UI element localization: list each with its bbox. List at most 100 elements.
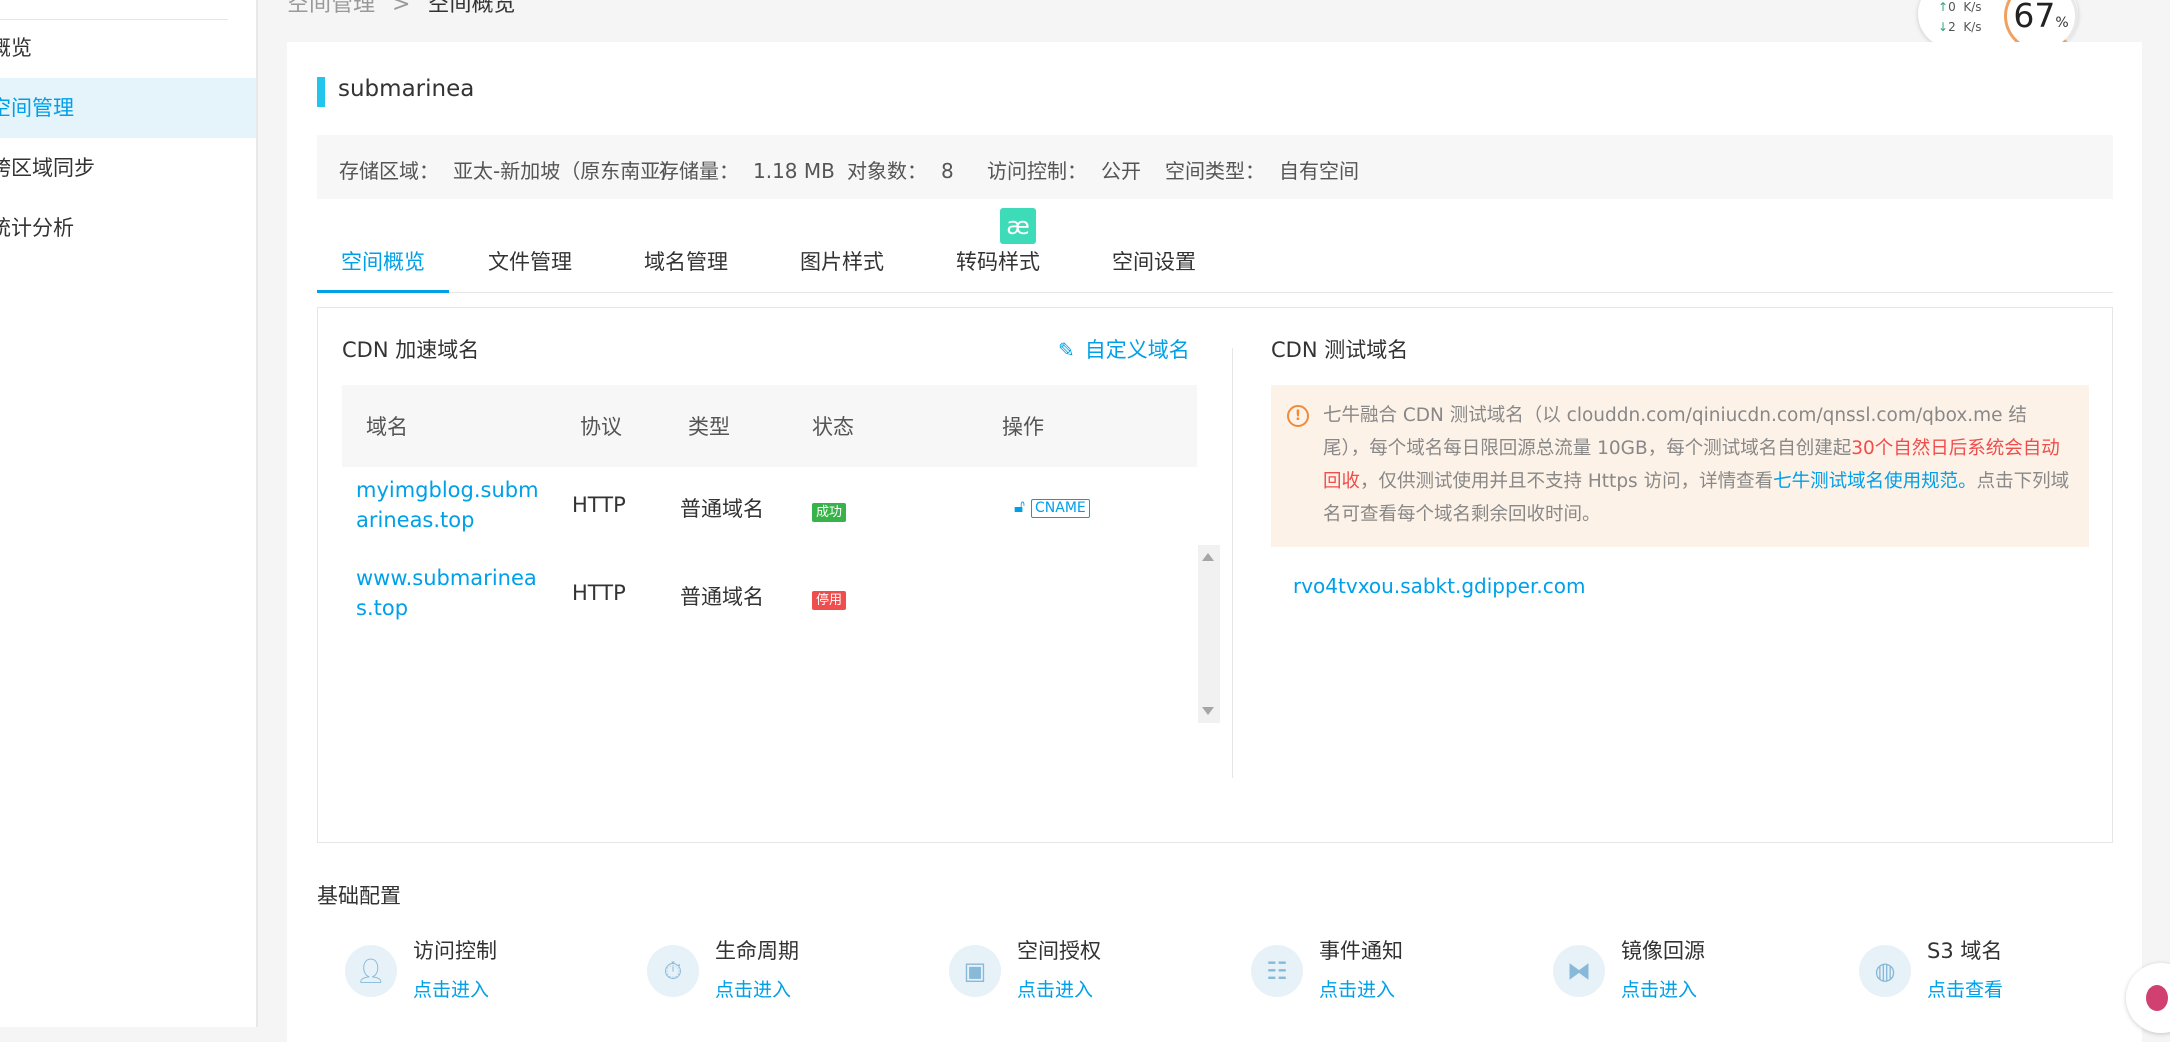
tab-image-style[interactable]: 图片样式 [797,232,887,292]
assistant-icon [2146,985,2168,1011]
table-header: 域名 协议 类型 状态 操作 [342,385,1197,467]
info-region-label: 存储区域： [339,159,439,183]
user-lock-icon: 👤︎ [345,945,397,997]
tab-file-management[interactable]: 文件管理 [485,232,575,292]
column-header-status: 状态 [812,415,854,439]
scroll-down-arrow-icon[interactable] [1202,707,1214,715]
config-access-control[interactable]: 👤︎ 访问控制 点击进入 [345,935,645,1015]
info-objects-value: 8 [941,159,954,183]
column-header-action: 操作 [1002,415,1044,439]
title-accent-bar [317,77,325,107]
config-mirror-origin[interactable]: ⧓ 镜像回源 点击进入 [1553,935,1853,1015]
clipboard-icon: ☷ [1251,945,1303,997]
config-lifecycle[interactable]: ⏱︎ 生命周期 点击进入 [647,935,947,1015]
row-type: 普通域名 [680,497,764,521]
row-action: 🔓︎ CNAME [1014,493,1090,518]
sidebar-item-cross-region-sync[interactable]: 跨区域同步 [0,138,256,198]
panel-divider [1232,348,1233,778]
domain-link[interactable]: www.submarineas.top [356,563,546,623]
column-header-protocol: 协议 [580,415,622,439]
bucket-name: submarinea [338,76,475,102]
domain-link[interactable]: myimgblog.submarineas.top [356,475,546,535]
config-name: 镜像回源 [1621,939,1705,963]
info-objects: 对象数： 8 [847,155,954,184]
warning-icon: ! [1287,405,1309,427]
table-scrollbar[interactable] [1198,545,1220,723]
config-s3-domain[interactable]: ◍ S3 域名 点击查看 [1859,935,2159,1015]
test-domain-title: CDN 测试域名 [1271,338,1409,362]
upload-unit: K/s [1963,0,1982,14]
info-storage: 存储量： 1.18 MB [659,155,835,184]
config-name: 访问控制 [413,939,497,963]
custom-domain-label: 自定义域名 [1084,338,1190,362]
breadcrumb-parent[interactable]: 空间管理 [287,0,375,17]
info-access: 访问控制： 公开 [987,155,1141,184]
box-lock-icon: ▣ [949,945,1001,997]
upload-speed: ↑0 K/s [1938,0,1982,14]
bucket-tabs: 空间概览 文件管理 域名管理 图片样式 转码样式 空间设置 [317,232,2113,293]
arrow-up-icon: ↑ [1938,0,1949,14]
domain-panel: CDN 加速域名 ✎ 自定义域名 域名 协议 类型 状态 操作 myimgblog… [317,307,2113,843]
info-region: 存储区域： 亚太-新加坡（原东南亚） [339,155,680,184]
sidebar-item-label: 空间管理 [0,96,74,120]
config-event-notification[interactable]: ☷ 事件通知 点击进入 [1251,935,1551,1015]
cdn-domain-title: CDN 加速域名 [342,338,480,362]
sidebar-item-bucket-management[interactable]: 空间管理 [0,78,256,138]
usage-percent-sign: % [2055,15,2069,31]
basic-config-title: 基础配置 [317,884,401,908]
config-bucket-authorization[interactable]: ▣ 空间授权 点击进入 [949,935,1249,1015]
column-header-type: 类型 [688,415,730,439]
sidebar-item-statistics[interactable]: 统计分析 [0,198,256,258]
row-type: 普通域名 [680,585,764,609]
info-access-value: 公开 [1101,159,1141,183]
config-view-link[interactable]: 点击查看 [1927,975,2003,1002]
network-speed-widget[interactable]: ↑0 K/s ↓2 K/s 67% [1918,0,2078,52]
config-enter-link[interactable]: 点击进入 [1621,975,1697,1002]
table-row: www.submarineas.top HTTP 普通域名 停用 [342,563,1174,651]
lifecycle-icon: ⏱︎ [647,945,699,997]
info-storage-value: 1.18 MB [753,159,835,183]
config-name: S3 域名 [1927,939,2003,963]
arrow-down-icon: ↓ [1938,20,1949,34]
tab-domain-management[interactable]: 域名管理 [641,232,731,292]
row-status: 停用 [812,585,847,610]
tab-bucket-settings[interactable]: 空间设置 [1109,232,1199,292]
breadcrumb: 空间管理 > 空间概览 [287,0,515,18]
table-row: myimgblog.submarineas.top HTTP 普通域名 成功 🔓… [342,475,1174,563]
tab-overview[interactable]: 空间概览 [317,232,449,293]
scroll-up-arrow-icon[interactable] [1202,553,1214,561]
status-badge: 成功 [812,503,847,522]
sidebar-item-label: 跨区域同步 [0,156,95,180]
row-protocol: HTTP [572,581,626,605]
lock-icon: 🔓︎ [1014,497,1026,517]
info-type-value: 自有空间 [1279,159,1359,183]
info-region-value: 亚太-新加坡（原东南亚） [453,159,681,183]
notice-rules-link[interactable]: 七牛测试域名使用规范。 [1773,471,1977,492]
info-storage-label: 存储量： [659,159,739,183]
floating-translate-icon[interactable]: æ [1000,208,1036,244]
breadcrumb-separator: > [392,0,411,17]
info-type-label: 空间类型： [1165,159,1265,183]
test-domain-link[interactable]: rvo4tvxou.sabkt.gdipper.com [1293,574,1585,598]
row-status: 成功 [812,497,847,522]
usage-percent: 67 [2013,0,2056,35]
info-type: 空间类型： 自有空间 [1165,155,1359,184]
sidebar-item-overview[interactable]: 概览 [0,18,256,78]
config-enter-link[interactable]: 点击进入 [1017,975,1093,1002]
sidebar-item-label: 统计分析 [0,216,74,240]
config-name: 事件通知 [1319,939,1403,963]
test-domain-notice: ! 七牛融合 CDN 测试域名（以 clouddn.com/qiniucdn.co… [1271,385,2089,547]
download-speed: ↓2 K/s [1938,20,1982,34]
download-unit: K/s [1963,20,1982,34]
config-enter-link[interactable]: 点击进入 [715,975,791,1002]
config-enter-link[interactable]: 点击进入 [413,975,489,1002]
globe-icon: ◍ [1859,945,1911,997]
column-header-domain: 域名 [366,415,408,439]
sidebar: 概览 空间管理 跨区域同步 统计分析 [0,0,258,1027]
mirror-icon: ⧓ [1553,945,1605,997]
config-enter-link[interactable]: 点击进入 [1319,975,1395,1002]
config-name: 生命周期 [715,939,799,963]
cname-button[interactable]: CNAME [1031,499,1090,518]
notice-text-2: ，仅供测试使用并且不支持 Https 访问，详情查看 [1360,471,1774,492]
custom-domain-link[interactable]: ✎ 自定义域名 [1058,334,1190,364]
